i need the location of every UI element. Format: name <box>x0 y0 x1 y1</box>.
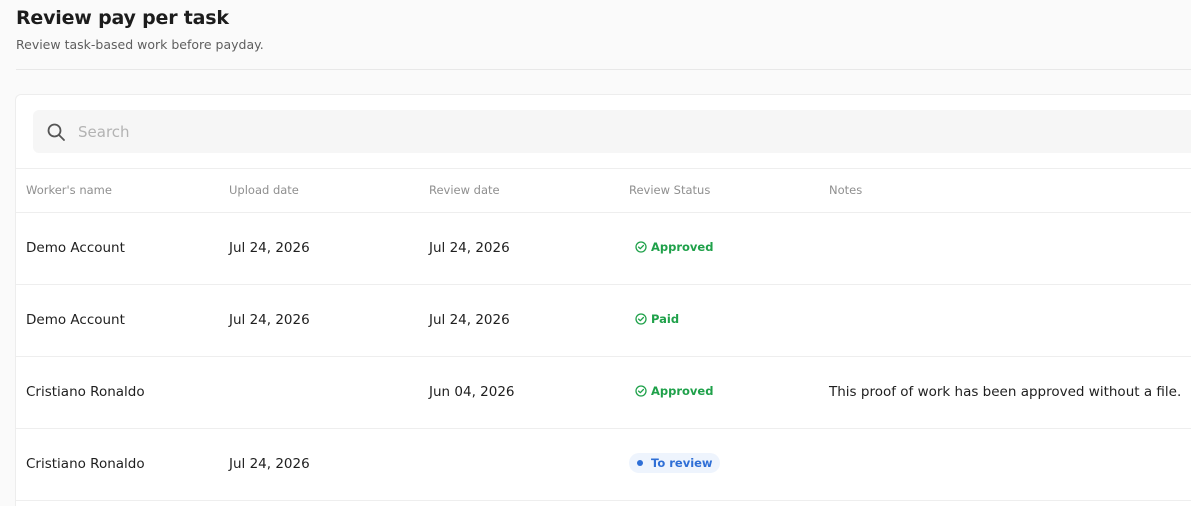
page-header: Review pay per task Review task-based wo… <box>16 4 264 54</box>
upload-date: Jul 24, 2026 <box>229 456 310 472</box>
column-header-review-status: Review Status <box>629 183 711 197</box>
column-header-notes: Notes <box>829 183 863 197</box>
check-circle-icon <box>635 241 647 253</box>
review-date: Jul 24, 2026 <box>429 240 510 256</box>
column-header-upload-date: Upload date <box>229 183 299 197</box>
status-label: Approved <box>651 384 714 398</box>
table-row[interactable]: Cristiano Ronaldo Jul 24, 2026 To review <box>16 429 1191 501</box>
review-date: Jun 04, 2026 <box>429 384 515 400</box>
status-badge: Approved <box>629 237 721 257</box>
worker-name: Demo Account <box>26 240 125 256</box>
upload-date: Jul 24, 2026 <box>229 240 310 256</box>
review-date: Jul 24, 2026 <box>429 312 510 328</box>
table-header: Worker's name Upload date Review date Re… <box>16 168 1191 213</box>
page: Review pay per task Review task-based wo… <box>0 0 1191 506</box>
status-label: To review <box>651 456 713 470</box>
status-label: Approved <box>651 240 714 254</box>
search-input[interactable] <box>78 110 1178 153</box>
status-badge: To review <box>629 453 720 473</box>
review-card: Worker's name Upload date Review date Re… <box>15 94 1191 506</box>
notes: This proof of work has been approved wit… <box>829 384 1182 400</box>
check-circle-icon <box>635 385 647 397</box>
worker-name: Cristiano Ronaldo <box>26 456 145 472</box>
column-header-workers-name: Worker's name <box>26 183 112 197</box>
dot-icon <box>637 460 643 466</box>
status-badge: Paid <box>629 309 687 329</box>
worker-name: Demo Account <box>26 312 125 328</box>
check-circle-icon <box>635 313 647 325</box>
page-title: Review pay per task <box>16 7 229 29</box>
page-subtitle: Review task-based work before payday. <box>16 37 264 52</box>
review-table: Worker's name Upload date Review date Re… <box>16 168 1191 501</box>
status-badge: Approved <box>629 381 721 401</box>
header-divider <box>16 69 1191 70</box>
search-icon <box>47 123 65 141</box>
table-row[interactable]: Cristiano Ronaldo Jun 04, 2026 Approved … <box>16 357 1191 429</box>
table-row[interactable]: Demo Account Jul 24, 2026 Jul 24, 2026 A… <box>16 213 1191 285</box>
table-row[interactable]: Demo Account Jul 24, 2026 Jul 24, 2026 P… <box>16 285 1191 357</box>
upload-date: Jul 24, 2026 <box>229 312 310 328</box>
status-label: Paid <box>651 312 680 326</box>
column-header-review-date: Review date <box>429 183 500 197</box>
search-bar[interactable] <box>33 110 1191 153</box>
worker-name: Cristiano Ronaldo <box>26 384 145 400</box>
